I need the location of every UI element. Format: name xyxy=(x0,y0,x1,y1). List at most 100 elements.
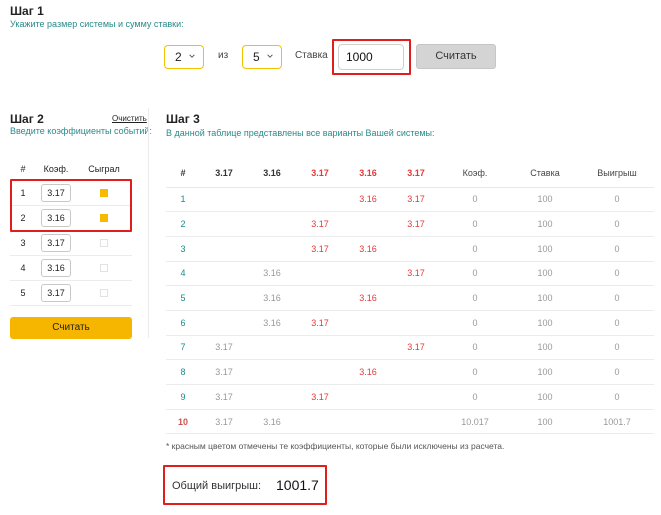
variants-header-cell: 3.17 xyxy=(392,159,440,188)
variant-cell: 0 xyxy=(580,384,654,410)
variant-number: 7 xyxy=(166,335,200,361)
variant-cell: 3.17 xyxy=(200,384,248,410)
variant-cell xyxy=(344,384,392,410)
table-row: 5 3.16 3.16 0 100 0 xyxy=(166,285,654,311)
coef-input[interactable]: 3.16 xyxy=(41,258,71,277)
variant-cell xyxy=(392,359,440,385)
variant-cell xyxy=(296,261,344,287)
variant-cell xyxy=(344,261,392,287)
variant-cell: 0 xyxy=(580,261,654,287)
variant-cell: 3.16 xyxy=(248,409,296,435)
variant-cell xyxy=(344,310,392,336)
played-checkbox[interactable] xyxy=(100,239,108,248)
variant-cell: 100 xyxy=(510,285,580,311)
variant-cell: 0 xyxy=(440,359,510,385)
variants-header-cell: 3.17 xyxy=(200,159,248,188)
variant-cell xyxy=(248,384,296,410)
variant-cell: 100 xyxy=(510,187,580,213)
step1-subtitle: Укажите размер системы и сумму ставки: xyxy=(10,19,184,29)
variant-number: 5 xyxy=(166,285,200,311)
chevron-down-icon xyxy=(267,54,273,58)
system-n-select[interactable]: 5 xyxy=(242,45,282,69)
variant-cell: 3.17 xyxy=(392,261,440,287)
variant-cell: 100 xyxy=(510,335,580,361)
system-k-select[interactable]: 2 xyxy=(164,45,204,69)
variant-cell xyxy=(296,335,344,361)
variant-cell xyxy=(200,261,248,287)
table-row: 9 3.17 3.17 0 100 0 xyxy=(166,384,654,410)
step2-calc-button[interactable]: Считать xyxy=(10,317,132,339)
variant-cell: 3.17 xyxy=(200,359,248,385)
variant-cell xyxy=(248,359,296,385)
of-label: из xyxy=(218,50,229,61)
variant-cell: 3.17 xyxy=(200,335,248,361)
step3-subtitle: В данной таблице представлены все вариан… xyxy=(166,128,435,138)
variant-cell xyxy=(248,187,296,213)
table-row: 4 3.16 xyxy=(10,255,132,281)
variant-cell xyxy=(392,285,440,311)
coef-input[interactable]: 3.17 xyxy=(41,233,71,252)
header-coef: Коэф. xyxy=(36,158,76,181)
table-row: 7 3.17 3.17 0 100 0 xyxy=(166,335,654,361)
variants-header-cell: Коэф. xyxy=(440,159,510,188)
variant-cell xyxy=(248,236,296,262)
variant-cell: 100 xyxy=(510,310,580,336)
variant-cell xyxy=(344,211,392,237)
played-checkbox[interactable] xyxy=(100,264,108,273)
table-row: 10 3.17 3.16 10.017 100 1001.7 xyxy=(166,409,654,435)
variant-cell xyxy=(392,409,440,435)
row-num: 4 xyxy=(10,255,36,281)
variants-header-cell: 3.16 xyxy=(248,159,296,188)
variant-cell xyxy=(248,335,296,361)
variant-cell xyxy=(392,384,440,410)
variant-cell: 3.17 xyxy=(392,335,440,361)
variant-cell xyxy=(200,310,248,336)
variant-cell: 0 xyxy=(580,187,654,213)
variant-cell xyxy=(200,285,248,311)
clear-link[interactable]: Очистить xyxy=(112,114,147,123)
coef-input[interactable]: 3.17 xyxy=(41,283,71,302)
variant-cell xyxy=(200,236,248,262)
variant-number: 8 xyxy=(166,359,200,385)
variant-cell: 0 xyxy=(580,211,654,237)
variant-cell xyxy=(200,187,248,213)
variant-cell: 0 xyxy=(440,211,510,237)
variant-cell: 3.17 xyxy=(296,384,344,410)
variant-cell: 0 xyxy=(580,359,654,385)
table-row: 2 3.17 3.17 0 100 0 xyxy=(166,211,654,237)
variants-header-cell: 3.16 xyxy=(344,159,392,188)
variant-cell: 3.17 xyxy=(200,409,248,435)
header-played: Сыграл xyxy=(76,158,132,181)
variant-cell: 100 xyxy=(510,409,580,435)
variant-cell: 0 xyxy=(580,236,654,262)
variant-number: 2 xyxy=(166,211,200,237)
variant-number: 3 xyxy=(166,236,200,262)
highlight-frame-total xyxy=(163,465,327,505)
variant-cell: 0 xyxy=(440,187,510,213)
row-num: 3 xyxy=(10,230,36,256)
highlight-frame-played-rows xyxy=(10,179,132,232)
header-num: # xyxy=(10,158,36,181)
variant-cell xyxy=(296,285,344,311)
variants-header-cell: # xyxy=(166,159,200,188)
played-checkbox[interactable] xyxy=(100,289,108,298)
variant-cell: 0 xyxy=(440,335,510,361)
variants-header-cell: Выигрыш xyxy=(580,159,654,188)
variant-cell xyxy=(392,236,440,262)
variant-cell: 3.16 xyxy=(344,236,392,262)
variant-cell: 3.16 xyxy=(248,261,296,287)
table-row: 1 3.16 3.17 0 100 0 xyxy=(166,187,654,213)
variant-number: 9 xyxy=(166,384,200,410)
variant-cell xyxy=(392,310,440,336)
variant-cell: 0 xyxy=(580,335,654,361)
step2-subtitle: Введите коэффициенты событий: xyxy=(10,126,152,136)
table-row: 3 3.17 xyxy=(10,230,132,256)
variant-cell xyxy=(200,211,248,237)
footnote: * красным цветом отмечены те коэффициент… xyxy=(166,441,505,451)
variant-cell: 3.16 xyxy=(344,359,392,385)
step1-calc-button[interactable]: Считать xyxy=(416,44,496,69)
variant-cell: 3.16 xyxy=(248,285,296,311)
variant-cell: 0 xyxy=(440,384,510,410)
variant-cell: 3.17 xyxy=(296,236,344,262)
variant-cell: 100 xyxy=(510,384,580,410)
